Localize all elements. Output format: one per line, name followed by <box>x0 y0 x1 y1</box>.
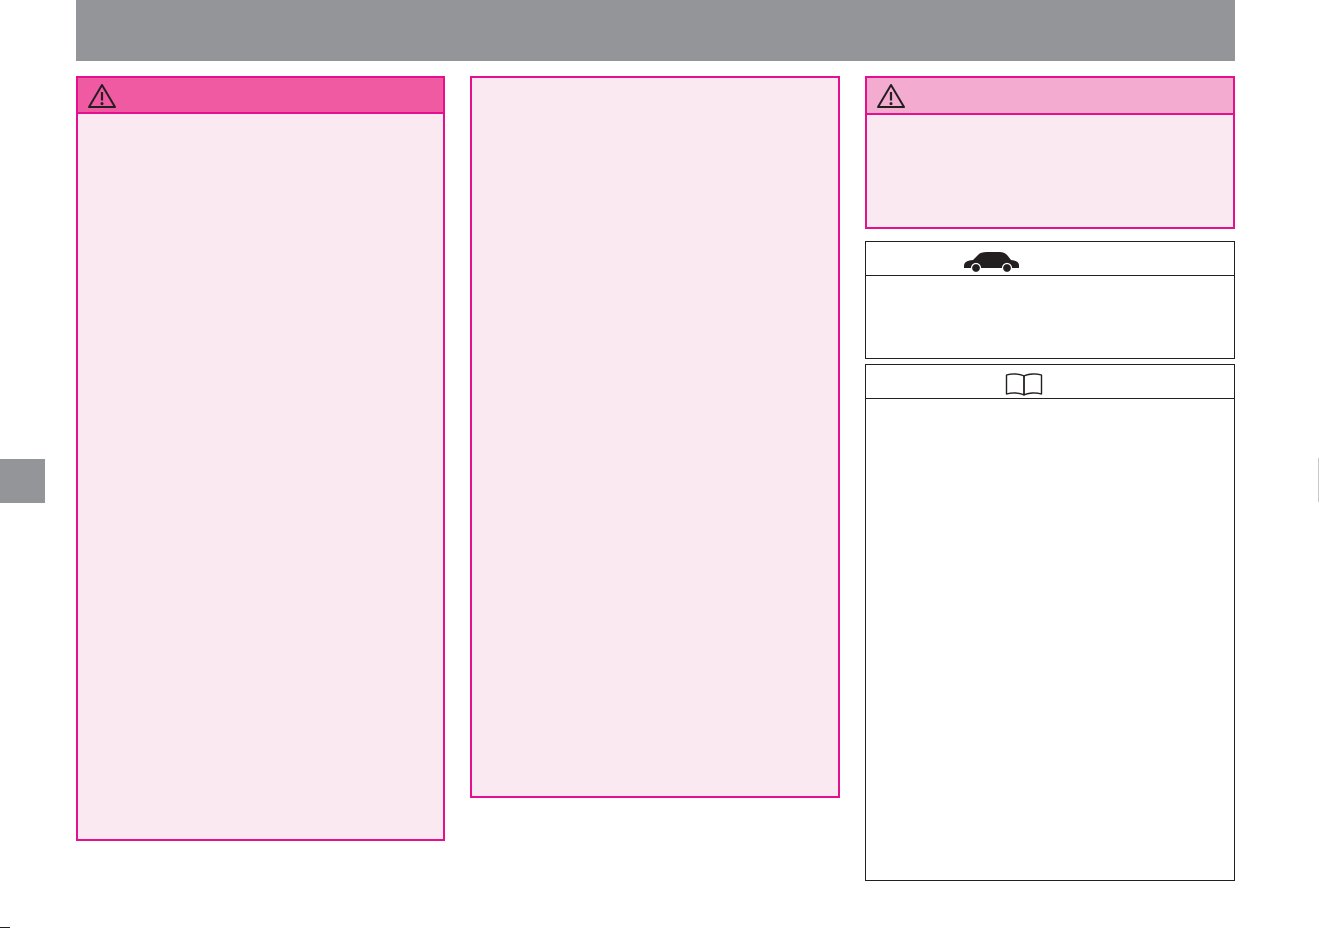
section-thumb-tab <box>0 459 45 503</box>
vehicle-note-header <box>866 242 1234 276</box>
warning-triangle-icon <box>877 84 905 108</box>
page-header-bar <box>76 0 1235 61</box>
warning-triangle-icon <box>88 84 116 108</box>
warning-box-right-header <box>867 78 1233 115</box>
pink-panel-middle <box>470 76 840 798</box>
warning-box-left-header <box>78 78 443 114</box>
reference-note-header <box>866 365 1234 399</box>
warning-box-right <box>865 76 1235 229</box>
reference-note-box <box>865 364 1235 881</box>
open-book-icon <box>1005 373 1043 396</box>
warning-box-left <box>76 76 445 841</box>
vehicle-note-box <box>865 241 1235 359</box>
car-icon <box>964 252 1019 273</box>
margin-mark <box>1318 458 1319 502</box>
crop-mark <box>0 927 10 928</box>
